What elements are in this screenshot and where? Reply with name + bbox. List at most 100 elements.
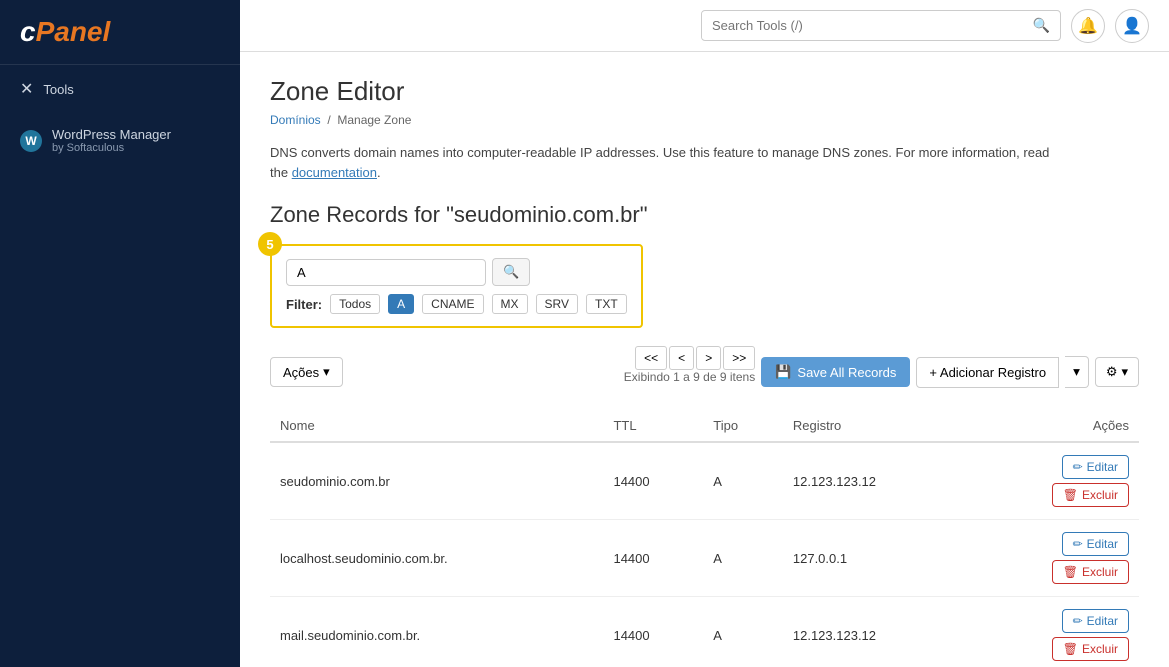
col-registro: Registro [783,410,966,442]
records-table: Nome TTL Tipo Registro Ações seudominio.… [270,410,1139,667]
action-bar: Ações ▾ << < > >> Exibindo 1 a 9 de 9 it… [270,346,1139,398]
sidebar: cPanel ✕ Tools W WordPress Manager by So… [0,0,240,667]
cell-tipo: A [703,597,783,667]
delete-label: Excluir [1082,642,1118,656]
sidebar-item-label: Tools [43,82,73,97]
filter-badge: 5 [258,232,282,256]
table-body: seudominio.com.br 14400 A 12.123.123.12 … [270,442,1139,667]
page-description: DNS converts domain names into computer-… [270,143,1139,182]
edit-button[interactable]: ✏ Editar [1062,532,1129,556]
edit-button[interactable]: ✏ Editar [1062,455,1129,479]
delete-button[interactable]: 🗑 Excluir [1052,560,1129,584]
save-icon: 💾 [775,364,791,380]
cell-nome: localhost.seudominio.com.br. [270,520,603,597]
filter-area: 5 🔍 Filter: Todos A CNAME MX SRV TXT [270,244,643,328]
cell-ttl: 14400 [603,442,703,520]
edit-button[interactable]: ✏ Editar [1062,609,1129,633]
table-row: localhost.seudominio.com.br. 14400 A 127… [270,520,1139,597]
sidebar-logo: cPanel [0,0,240,65]
row-action-buttons: ✏ Editar 🗑 Excluir [976,609,1129,661]
gear-icon: ⚙ [1106,364,1118,380]
pagination-controls: << < > >> [635,346,755,370]
filter-label: Filter: [286,297,322,312]
gear-button[interactable]: ⚙ ▾ [1095,357,1139,387]
edit-icon: ✏ [1073,537,1083,551]
search-input[interactable] [702,12,1023,39]
delete-button[interactable]: 🗑 Excluir [1052,483,1129,507]
wordpress-icon: W [20,130,42,152]
filter-row: Filter: Todos A CNAME MX SRV TXT [286,294,627,314]
pagination-next-button[interactable]: > [696,346,721,370]
cell-acoes: ✏ Editar 🗑 Excluir [966,442,1139,520]
search-box: 🔍 [701,10,1061,41]
cell-nome: mail.seudominio.com.br. [270,597,603,667]
notifications-icon[interactable]: 🔔 [1071,9,1105,43]
delete-label: Excluir [1082,565,1118,579]
trash-icon: 🗑 [1063,488,1078,502]
cell-registro: 127.0.0.1 [783,520,966,597]
filter-btn-a[interactable]: A [388,294,414,314]
edit-icon: ✏ [1073,614,1083,628]
add-record-split-button[interactable]: ▾ [1065,356,1089,388]
wordpress-sublabel: by Softaculous [52,142,171,154]
actions-label: Ações [283,365,319,380]
row-action-buttons: ✏ Editar 🗑 Excluir [976,532,1129,584]
pagination-info: Exibindo 1 a 9 de 9 itens [624,370,755,384]
add-label: + Adicionar Registro [929,365,1046,380]
tools-icon: ✕ [20,79,33,99]
zone-records-title: Zone Records for "seudominio.com.br" [270,202,1139,228]
actions-dropdown-button[interactable]: Ações ▾ [270,357,343,387]
table-row: mail.seudominio.com.br. 14400 A 12.123.1… [270,597,1139,667]
filter-btn-todos[interactable]: Todos [330,294,380,314]
breadcrumb-root[interactable]: Domínios [270,113,321,127]
save-all-records-button[interactable]: 💾 Save All Records [761,357,910,387]
cell-registro: 12.123.123.12 [783,597,966,667]
page-title: Zone Editor [270,76,1139,107]
actions-caret-icon: ▾ [323,364,330,380]
cell-tipo: A [703,442,783,520]
filter-search-row: 🔍 [286,258,627,286]
sidebar-item-wordpress[interactable]: W WordPress Manager by Softaculous [0,113,240,168]
cell-acoes: ✏ Editar 🗑 Excluir [966,520,1139,597]
add-record-button[interactable]: + Adicionar Registro [916,357,1059,388]
action-right: << < > >> Exibindo 1 a 9 de 9 itens 💾 Sa… [624,346,1139,398]
wordpress-label: WordPress Manager [52,127,171,142]
filter-btn-cname[interactable]: CNAME [422,294,483,314]
col-nome: Nome [270,410,603,442]
breadcrumb-current: Manage Zone [337,113,411,127]
main-area: 🔍 🔔 👤 Zone Editor Domínios / Manage Zone… [240,0,1169,667]
search-button[interactable]: 🔍 [1023,11,1060,40]
filter-btn-mx[interactable]: MX [492,294,528,314]
pagination-last-button[interactable]: >> [723,346,755,370]
cell-tipo: A [703,520,783,597]
pagination-first-button[interactable]: << [635,346,667,370]
table-header: Nome TTL Tipo Registro Ações [270,410,1139,442]
sidebar-item-tools[interactable]: ✕ Tools [0,65,240,113]
pagination-area: << < > >> Exibindo 1 a 9 de 9 itens [624,346,755,388]
col-ttl: TTL [603,410,703,442]
trash-icon: 🗑 [1063,565,1078,579]
row-action-buttons: ✏ Editar 🗑 Excluir [976,455,1129,507]
cell-acoes: ✏ Editar 🗑 Excluir [966,597,1139,667]
cell-ttl: 14400 [603,597,703,667]
pagination-prev-button[interactable]: < [669,346,694,370]
filter-btn-txt[interactable]: TXT [586,294,627,314]
documentation-link[interactable]: documentation [292,165,377,180]
col-tipo: Tipo [703,410,783,442]
user-icon[interactable]: 👤 [1115,9,1149,43]
filter-input[interactable] [286,259,486,286]
save-label: Save All Records [797,365,896,380]
gear-caret-icon: ▾ [1121,364,1128,380]
cpanel-logo-text: cPanel [20,16,220,48]
edit-label: Editar [1087,537,1118,551]
delete-label: Excluir [1082,488,1118,502]
topbar: 🔍 🔔 👤 [240,0,1169,52]
trash-icon: 🗑 [1063,642,1078,656]
cell-registro: 12.123.123.12 [783,442,966,520]
col-acoes: Ações [966,410,1139,442]
delete-button[interactable]: 🗑 Excluir [1052,637,1129,661]
filter-btn-srv[interactable]: SRV [536,294,578,314]
table-row: seudominio.com.br 14400 A 12.123.123.12 … [270,442,1139,520]
filter-search-button[interactable]: 🔍 [492,258,530,286]
content-area: Zone Editor Domínios / Manage Zone DNS c… [240,52,1169,667]
